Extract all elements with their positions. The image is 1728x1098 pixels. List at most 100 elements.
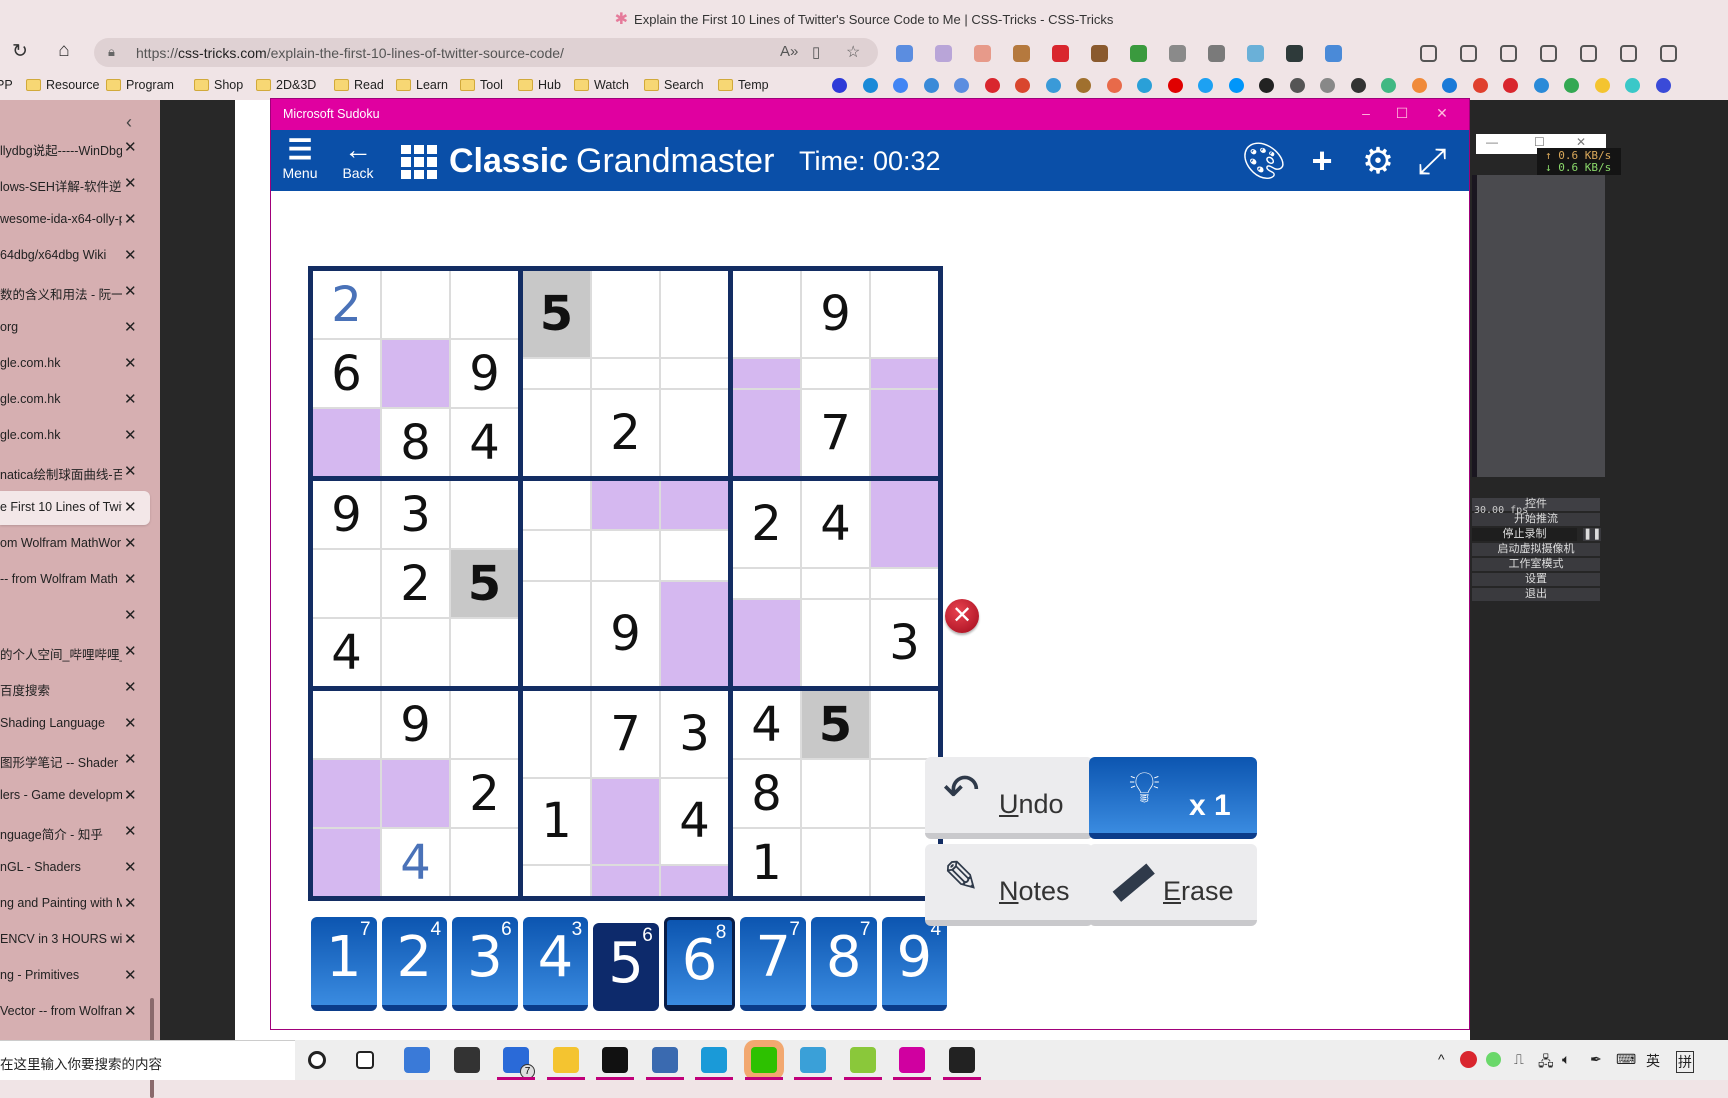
board-cell[interactable]: 9 (451, 340, 518, 407)
board-cell[interactable]: 5 (523, 271, 590, 357)
board-cell[interactable]: 4 (733, 691, 800, 758)
url-bar[interactable]: 🔒︎ https://css-tricks.com/explain-the-fi… (94, 38, 878, 67)
translate-icon[interactable] (896, 45, 913, 62)
board-cell[interactable] (523, 581, 590, 686)
board-cell[interactable] (523, 866, 590, 896)
maps-bookmark-icon[interactable] (1564, 78, 1579, 93)
sidebar-tab[interactable]: Shading Language ✕ (0, 707, 150, 741)
favorites-icon[interactable] (1460, 45, 1477, 62)
board-cell[interactable] (733, 358, 800, 389)
sidebar-tab[interactable]: 的个人空间_哔哩哔哩_b ✕ (0, 635, 150, 669)
number-button-3[interactable]: 36 (452, 917, 518, 1011)
close-tab-icon[interactable]: ✕ (124, 642, 137, 660)
sudoku-taskbar-icon[interactable] (899, 1047, 925, 1073)
board-cell[interactable] (382, 271, 449, 338)
minimize-button[interactable]: – (1351, 105, 1381, 121)
sidebar-tab[interactable]: gle.com.hk ✕ (0, 347, 150, 381)
board-cell[interactable] (802, 600, 869, 686)
board-cell[interactable] (871, 390, 938, 476)
ime-english[interactable]: 英 (1646, 1051, 1660, 1071)
obs-control-button[interactable]: 停止录制 (1472, 528, 1577, 541)
flame-bookmark-icon[interactable] (1472, 78, 1488, 93)
sidebar-tab[interactable]: 图形学笔记 -- Shader ✕ (0, 743, 150, 777)
board-cell[interactable]: 2 (733, 481, 800, 567)
history-icon[interactable] (1540, 45, 1557, 62)
board-cell[interactable]: 2 (382, 550, 449, 617)
close-tab-icon[interactable]: ✕ (124, 786, 137, 804)
back-button[interactable]: ← Back (333, 135, 383, 182)
obs-control-button[interactable]: 设置 (1472, 573, 1600, 586)
board-cell[interactable] (382, 340, 449, 407)
close-button[interactable]: ✕ (1427, 105, 1457, 122)
close-tab-icon[interactable]: ✕ (124, 462, 137, 480)
sidebar-tab[interactable]: om Wolfram MathWor ✕ (0, 527, 150, 561)
board-cell[interactable] (592, 866, 659, 896)
close-tab-icon[interactable]: ✕ (124, 318, 137, 336)
board-cell[interactable] (313, 409, 380, 476)
board-cell[interactable] (382, 760, 449, 827)
board-cell[interactable] (661, 866, 728, 896)
board-cell[interactable]: 3 (382, 481, 449, 548)
close-tab-icon[interactable]: ✕ (124, 570, 137, 588)
board-cell[interactable] (661, 531, 728, 580)
adblock-plus-icon[interactable] (1052, 45, 1069, 62)
sticky-notes-taskbar-icon[interactable] (453, 1047, 480, 1073)
sidebar-tab[interactable]: gle.com.hk ✕ (0, 419, 150, 453)
sidebar-tab[interactable]: wesome-ida-x64-olly-p ✕ (0, 203, 150, 237)
taskbar-search-input[interactable]: 在这里输入你要搜索的内容 (0, 1040, 295, 1080)
board-cell[interactable]: 9 (592, 581, 659, 686)
file-explorer-taskbar-icon[interactable] (552, 1047, 579, 1073)
board-cell[interactable] (871, 358, 938, 389)
board-cell[interactable] (313, 691, 380, 758)
error-close-icon[interactable]: ✕ (945, 599, 979, 633)
sidebar-tab[interactable]: nGL - Shaders ✕ (0, 851, 150, 885)
board-cell[interactable] (871, 568, 938, 599)
sidebar-tab[interactable]: lers - Game developm ✕ (0, 779, 150, 813)
sidebar-tab[interactable]: 数的含义和用法 - 阮一峰✕ (0, 275, 150, 309)
refresh-icon[interactable]: ↻ (6, 40, 34, 63)
board-cell[interactable] (661, 581, 728, 686)
board-cell[interactable]: 3 (661, 691, 728, 777)
number-button-9[interactable]: 94 (881, 917, 948, 1011)
board-cell[interactable]: 9 (802, 271, 869, 357)
close-tab-icon[interactable]: ✕ (124, 534, 137, 552)
close-tab-icon[interactable]: ✕ (124, 498, 137, 516)
board-cell[interactable]: 9 (382, 691, 449, 758)
gmail-bookmark-icon[interactable] (1015, 78, 1030, 93)
bilibili-bookmark-icon[interactable] (1137, 78, 1152, 93)
immersive-reader-icon[interactable]: ▯ (812, 43, 820, 61)
close-tab-icon[interactable]: ✕ (124, 426, 137, 444)
maximize-icon[interactable]: ☐ (1534, 135, 1545, 149)
sidebar-tab[interactable]: e First 10 Lines of Twitt ✕ (0, 491, 150, 525)
bookmark-folder[interactable]: Shop (194, 75, 243, 95)
minimize-icon[interactable]: — (1486, 135, 1498, 149)
board-cell[interactable] (871, 481, 938, 567)
board-cell[interactable] (592, 481, 659, 530)
bookmark-folder[interactable]: Program (106, 75, 174, 95)
board-cell[interactable]: 2 (313, 271, 380, 338)
send-bookmark-icon[interactable] (1533, 78, 1549, 93)
close-tab-icon[interactable]: ✕ (124, 210, 137, 228)
sidebar-tab[interactable]: ENCV in 3 HOURS wit ✕ (0, 923, 150, 957)
obs-scrollbar[interactable] (1472, 175, 1477, 477)
board-cell[interactable] (871, 691, 938, 758)
bowl-icon[interactable] (1247, 45, 1264, 62)
cloud-icon[interactable] (1208, 45, 1225, 62)
bookmark-folder[interactable]: Watch (574, 75, 629, 95)
close-tab-icon[interactable]: ✕ (124, 822, 137, 840)
board-cell[interactable]: 7 (592, 691, 659, 777)
board-cell[interactable] (382, 619, 449, 686)
board-cell[interactable] (523, 358, 590, 389)
bookmark-folder[interactable]: Temp (718, 75, 769, 95)
sidebar-tab[interactable]: ng - Primitives ✕ (0, 959, 150, 993)
baidu-bookmark-icon[interactable] (832, 78, 847, 93)
edge-taskbar-icon[interactable] (701, 1047, 727, 1073)
tray-overflow-chevron[interactable]: ^ (1438, 1051, 1445, 1067)
board-cell[interactable] (592, 531, 659, 580)
close-tab-icon[interactable]: ✕ (124, 750, 137, 768)
board-cell[interactable] (733, 271, 800, 357)
tb-bookmark-icon[interactable] (1625, 78, 1640, 93)
sidebar-tab[interactable]: gle.com.hk ✕ (0, 383, 150, 417)
number-button-4[interactable]: 43 (522, 917, 589, 1011)
wikipedia-bookmark-icon[interactable] (1289, 78, 1305, 93)
